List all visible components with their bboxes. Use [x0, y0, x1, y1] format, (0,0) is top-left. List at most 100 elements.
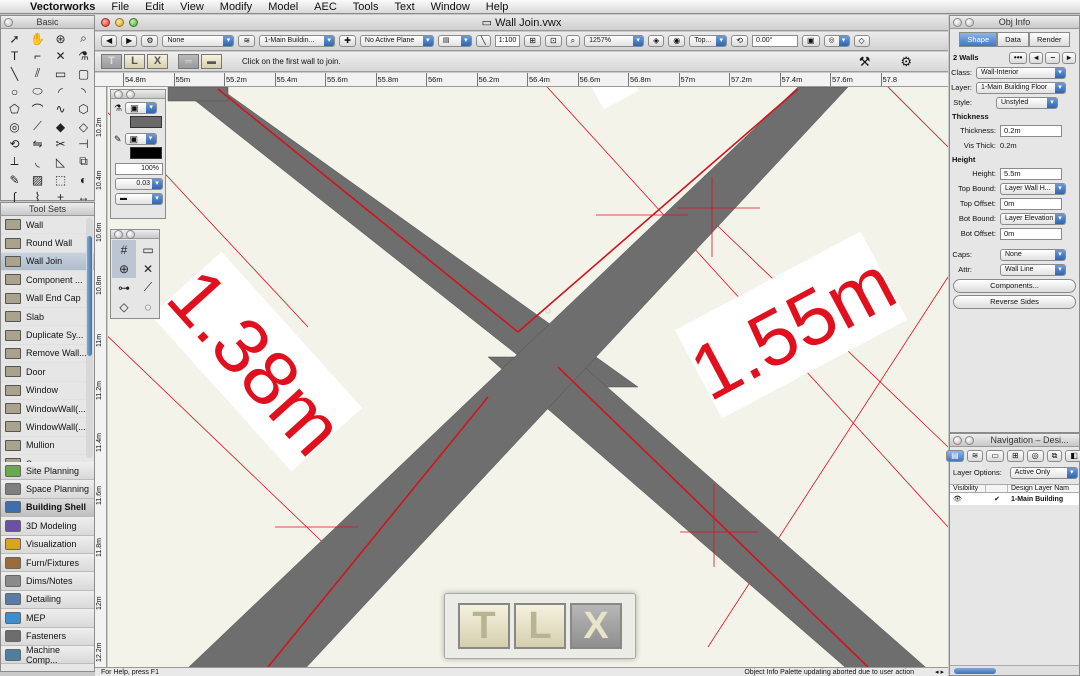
tab-render[interactable]: Render: [1028, 32, 1070, 47]
top-bound-popup[interactable]: Layer Wall H...: [1000, 182, 1066, 195]
tab-shape[interactable]: Shape: [959, 32, 998, 47]
tool-item[interactable]: Door: [1, 363, 94, 382]
menu-model[interactable]: Model: [260, 0, 306, 14]
paint-icon[interactable]: ◆: [49, 118, 72, 136]
l-join-mode-button[interactable]: L: [124, 54, 145, 69]
tool-sets-titlebar[interactable]: Tool Sets: [1, 203, 94, 216]
tool-item[interactable]: Window: [1, 382, 94, 400]
visibility-icon[interactable]: ◐: [72, 171, 95, 189]
close-icon[interactable]: [114, 230, 123, 239]
text-icon[interactable]: T: [3, 48, 26, 66]
tool-item[interactable]: Slab: [1, 308, 94, 327]
menu-window[interactable]: Window: [423, 0, 478, 14]
navigation-titlebar[interactable]: Navigation – Desi...: [950, 434, 1079, 447]
ruler-icon[interactable]: ╲: [475, 35, 491, 47]
line-weight-popup[interactable]: 0.03: [115, 178, 163, 190]
eyedropper-icon[interactable]: ⟋: [26, 118, 49, 136]
chamfer-icon[interactable]: ◺: [49, 153, 72, 171]
t-join-mode-button[interactable]: T: [101, 54, 122, 69]
tool-item[interactable]: Wall Join: [1, 252, 94, 272]
3d-icon[interactable]: ⬚: [49, 171, 72, 189]
viewports-tab-icon[interactable]: ⊞: [1006, 450, 1024, 462]
active-class-popup[interactable]: None: [162, 35, 235, 47]
polygon-icon[interactable]: ⬠: [3, 100, 26, 118]
tool-preferences-icon[interactable]: ⚙: [900, 54, 912, 70]
tool-item[interactable]: Mullion: [1, 437, 94, 456]
snapping-titlebar[interactable]: [111, 230, 159, 239]
zoom-window-icon[interactable]: [129, 18, 138, 27]
symbols-tab-icon[interactable]: ◧: [1065, 450, 1080, 462]
back-icon[interactable]: ◀: [101, 35, 118, 47]
active-plane-popup[interactable]: No Active Plane: [359, 35, 434, 47]
fit-to-page-icon[interactable]: ⊡: [544, 35, 562, 47]
tool-item[interactable]: Remove Wall...: [1, 345, 94, 364]
attributes-titlebar[interactable]: [111, 90, 165, 99]
menu-edit[interactable]: Edit: [137, 0, 172, 14]
snap-icon[interactable]: ⚒: [859, 54, 871, 70]
flyover-icon[interactable]: ⊛: [49, 30, 72, 48]
first-object-icon[interactable]: −: [1045, 51, 1060, 64]
bot-offset-field[interactable]: 0m: [1000, 227, 1062, 240]
sheet-layers-tab-icon[interactable]: ▭: [986, 450, 1004, 462]
viewbar-options-icon[interactable]: ▣: [801, 35, 820, 47]
render-icon[interactable]: ◈: [648, 35, 665, 47]
basic-palette-titlebar[interactable]: Basic: [1, 16, 94, 29]
zoom-icon[interactable]: [965, 18, 974, 27]
reshape-icon[interactable]: ◇: [72, 118, 95, 136]
regular-polygon-icon[interactable]: ⬡: [72, 100, 95, 118]
zoom-field[interactable]: 1257%: [584, 35, 645, 47]
zoom-icon[interactable]: [965, 436, 974, 445]
pen-style-popup[interactable]: ▣: [124, 133, 157, 145]
previous-object-icon[interactable]: ◂: [1029, 51, 1044, 64]
dimension-right[interactable]: 1.55m: [672, 230, 910, 420]
offset-icon[interactable]: ⧉: [72, 153, 95, 171]
col-visibility[interactable]: Visibility: [950, 485, 986, 492]
style-popup[interactable]: Unstyled: [996, 96, 1058, 109]
tab-data[interactable]: Data: [997, 32, 1029, 47]
tool-set-item[interactable]: 3D Modeling: [1, 517, 94, 536]
height-field[interactable]: 5.5m: [1000, 167, 1062, 180]
tool-set-item[interactable]: Machine Comp...: [1, 645, 94, 665]
col-layer-name[interactable]: Design Layer Nam: [1008, 485, 1069, 492]
line-icon[interactable]: ╲: [3, 65, 26, 83]
components-button[interactable]: Components...: [953, 279, 1076, 293]
layers-table-row[interactable]: 👁 ✔ 1-Main Building: [950, 493, 1079, 505]
visible-eye-icon[interactable]: 👁: [950, 495, 986, 503]
document-titlebar[interactable]: ▭ Wall Join.vwx: [95, 15, 948, 31]
snap-to-grid-icon[interactable]: #: [112, 240, 136, 259]
pan-icon[interactable]: ✋: [26, 30, 49, 48]
scroll-arrows-icon[interactable]: ◂ ▸: [935, 668, 944, 676]
minimize-window-icon[interactable]: [115, 18, 124, 27]
close-icon[interactable]: [953, 436, 962, 445]
menu-text[interactable]: Text: [386, 0, 422, 14]
fillet-icon[interactable]: ◟: [26, 153, 49, 171]
tool-set-item[interactable]: Dims/Notes: [1, 572, 94, 591]
arrowhead-popup[interactable]: ▬: [115, 193, 163, 205]
attribute-icon[interactable]: ⚗: [72, 48, 95, 66]
tool-set-item[interactable]: Detailing: [1, 590, 94, 610]
layer-popup[interactable]: 1-Main Building Floor: [976, 81, 1066, 94]
class-visibility-icon[interactable]: ⚙: [141, 35, 159, 47]
pencil-icon[interactable]: ✎: [3, 171, 26, 189]
fill-style-popup[interactable]: ▣: [125, 102, 158, 114]
double-line-icon[interactable]: ⫽: [26, 65, 49, 83]
rotate-plan-icon[interactable]: ⟲: [731, 35, 748, 47]
navigation-scrollbar[interactable]: [950, 665, 1079, 675]
split-icon[interactable]: ✂: [49, 136, 72, 154]
rectangle-icon[interactable]: ▭: [49, 65, 72, 83]
snap-to-object-icon[interactable]: ▭: [136, 240, 160, 259]
smart-edge-icon[interactable]: ◇: [112, 297, 136, 316]
tool-set-item[interactable]: Furn/Fixtures: [1, 553, 94, 573]
mirror-icon[interactable]: ⇋: [26, 136, 49, 154]
rotation-field[interactable]: 0.00°: [751, 35, 798, 47]
close-icon[interactable]: [4, 18, 13, 27]
callout-icon[interactable]: ⌐: [26, 48, 49, 66]
saved-views-tab-icon[interactable]: ◎: [1026, 450, 1044, 462]
working-plane-icon[interactable]: ▤: [437, 35, 472, 47]
opacity-field[interactable]: 100%: [115, 163, 163, 175]
oval-icon[interactable]: ⬭: [26, 83, 49, 101]
close-icon[interactable]: [953, 18, 962, 27]
classes-tab-icon[interactable]: ▤: [946, 450, 964, 462]
top-offset-field[interactable]: 0m: [1000, 197, 1062, 210]
circle-icon[interactable]: ○: [3, 83, 26, 101]
